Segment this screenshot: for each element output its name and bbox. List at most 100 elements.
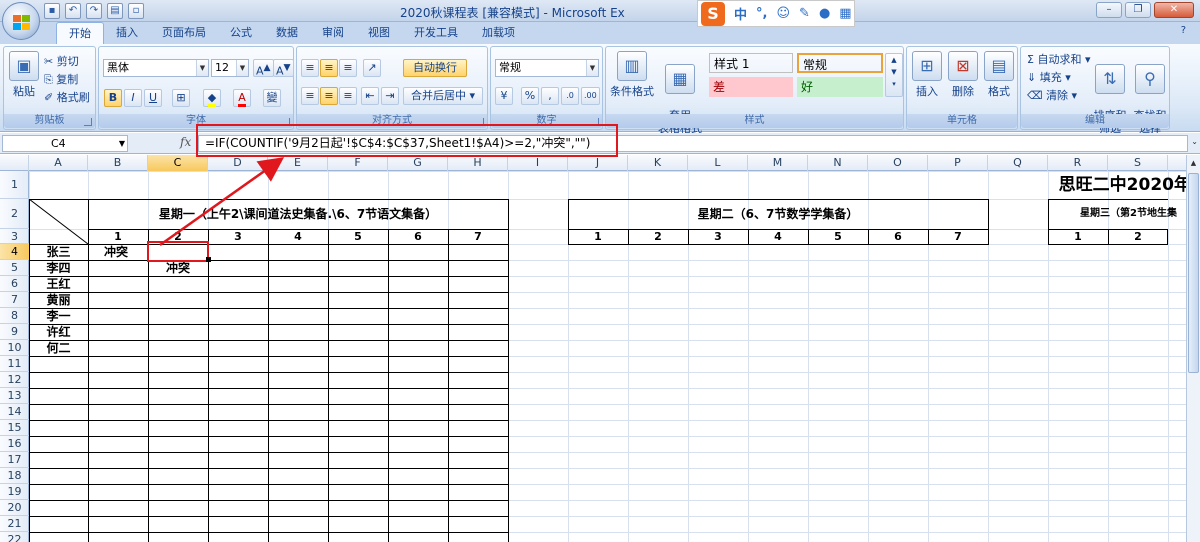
row-header[interactable]: 22	[0, 532, 29, 542]
row-header[interactable]: 11	[0, 356, 29, 372]
row-header[interactable]: 8	[0, 308, 29, 324]
column-header[interactable]: A	[29, 155, 88, 171]
redo-icon[interactable]: ↷	[86, 3, 102, 19]
microphone-icon[interactable]: ●	[819, 6, 830, 21]
row-header[interactable]: 1	[0, 171, 29, 199]
format-cells-button[interactable]: ▤ 格式	[981, 51, 1017, 99]
orientation-button[interactable]: ↗	[363, 59, 381, 77]
align-middle-button[interactable]: ≡	[320, 59, 338, 77]
row-header[interactable]: 16	[0, 436, 29, 452]
row-header[interactable]: 10	[0, 340, 29, 356]
save-icon[interactable]: ▪	[44, 3, 60, 19]
tab-data[interactable]: 数据	[264, 22, 310, 44]
fill-color-button[interactable]: ◆	[203, 89, 221, 107]
vertical-scrollbar[interactable]: ▲	[1186, 155, 1200, 542]
style-cell-good[interactable]: 好	[797, 77, 883, 97]
style-cell-bad[interactable]: 差	[709, 77, 793, 97]
fill-handle[interactable]	[206, 257, 211, 262]
tab-developer[interactable]: 开发工具	[402, 22, 470, 44]
align-left-button[interactable]: ≡	[301, 87, 319, 105]
worksheet-grid[interactable]: ABCDEFGHIJKLMNOPQRS 1 2 3 4 5 6 7 8 9 10 11 12 13 14 1…	[0, 155, 1186, 542]
increase-indent-button[interactable]: ⇥	[381, 87, 399, 105]
column-header[interactable]: O	[868, 155, 928, 171]
insert-cells-button[interactable]: ⊞ 插入	[909, 51, 945, 99]
copy-button[interactable]: ⎘ 复制	[44, 71, 78, 87]
row-header[interactable]: 13	[0, 388, 29, 404]
row-header[interactable]: 15	[0, 420, 29, 436]
column-header[interactable]: K	[628, 155, 688, 171]
minimize-button[interactable]: –	[1096, 2, 1122, 18]
delete-cells-button[interactable]: ⊠ 删除	[945, 51, 981, 99]
row-header[interactable]: 20	[0, 500, 29, 516]
align-right-button[interactable]: ≡	[339, 87, 357, 105]
name-box[interactable]: C4 ▼	[2, 135, 128, 152]
underline-button[interactable]: U	[144, 89, 162, 107]
percent-button[interactable]: %	[521, 87, 539, 105]
sogou-logo-icon[interactable]: S	[701, 1, 725, 26]
column-header[interactable]: D	[208, 155, 268, 171]
row-header[interactable]: 17	[0, 452, 29, 468]
row-header[interactable]: 9	[0, 324, 29, 340]
selected-cell-highlight[interactable]	[147, 241, 209, 262]
conditional-format-button[interactable]: ▥ 条件格式	[610, 51, 654, 99]
expand-formula-bar-icon[interactable]: ⌄	[1191, 137, 1198, 146]
column-header[interactable]: G	[388, 155, 448, 171]
row-header[interactable]: 12	[0, 372, 29, 388]
pen-icon[interactable]: ✎	[799, 6, 810, 21]
style-cell-normal[interactable]: 常规	[797, 53, 883, 73]
restore-button[interactable]: ❐	[1125, 2, 1151, 18]
print-preview-icon[interactable]: ▤	[107, 3, 123, 19]
column-header[interactable]: E	[268, 155, 328, 171]
cut-button[interactable]: ✂ 剪切	[44, 53, 79, 69]
row-header[interactable]: 3	[0, 229, 29, 244]
paste-button[interactable]: ▣ 粘贴	[7, 51, 41, 99]
grow-font-button[interactable]: A▲	[253, 59, 274, 78]
undo-icon[interactable]: ↶	[65, 3, 81, 19]
row-header[interactable]: 5	[0, 260, 29, 276]
column-header[interactable]: S	[1108, 155, 1168, 171]
shrink-font-button[interactable]: A▼	[273, 59, 294, 78]
emoji-icon[interactable]: ☺	[776, 6, 790, 21]
merge-center-button[interactable]: 合并后居中 ▾	[403, 87, 483, 105]
new-document-icon[interactable]: ▫	[128, 3, 144, 19]
scrollbar-thumb[interactable]	[1188, 173, 1199, 373]
decrease-indent-button[interactable]: ⇤	[361, 87, 379, 105]
increase-decimal-button[interactable]: .0	[561, 87, 579, 105]
insert-function-icon[interactable]: fx	[180, 135, 191, 149]
tab-formulas[interactable]: 公式	[218, 22, 264, 44]
phonetic-button[interactable]: 變	[263, 89, 281, 107]
column-header[interactable]: I	[508, 155, 568, 171]
column-header[interactable]: R	[1048, 155, 1108, 171]
row-header[interactable]: 6	[0, 276, 29, 292]
column-header[interactable]: Q	[988, 155, 1048, 171]
row-header[interactable]: 14	[0, 404, 29, 420]
column-header[interactable]: N	[808, 155, 868, 171]
row-header[interactable]: 2	[0, 199, 29, 229]
column-header[interactable]: J	[568, 155, 628, 171]
align-center-button[interactable]: ≡	[320, 87, 338, 105]
font-color-button[interactable]: A	[233, 89, 251, 107]
comma-button[interactable]: ,	[541, 87, 559, 105]
style-cell-style1[interactable]: 样式 1	[709, 53, 793, 73]
ime-mode-toggle[interactable]: 中	[734, 4, 747, 23]
tab-page-layout[interactable]: 页面布局	[150, 22, 218, 44]
row-header[interactable]: 18	[0, 468, 29, 484]
row-header[interactable]: 21	[0, 516, 29, 532]
fill-button[interactable]: ⇓ 填充 ▾	[1027, 69, 1071, 85]
column-header[interactable]: L	[688, 155, 748, 171]
currency-button[interactable]: ¥	[495, 87, 513, 105]
row-header[interactable]: 7	[0, 292, 29, 308]
format-painter-button[interactable]: ✐ 格式刷	[44, 89, 90, 105]
borders-button[interactable]: ⊞	[172, 89, 190, 107]
clear-button[interactable]: ⌫ 清除 ▾	[1027, 87, 1077, 103]
decrease-decimal-button[interactable]: .00	[581, 87, 600, 105]
wrap-text-button[interactable]: 自动换行	[403, 59, 467, 77]
grid-menu-icon[interactable]: ▦	[839, 6, 851, 21]
styles-gallery-scroll[interactable]: ▲ ▼ ▾	[885, 53, 903, 97]
align-bottom-button[interactable]: ≡	[339, 59, 357, 77]
office-button[interactable]	[2, 2, 40, 40]
align-top-button[interactable]: ≡	[301, 59, 319, 77]
font-size-select[interactable]: 12 ▼	[211, 59, 249, 77]
column-header[interactable]: P	[928, 155, 988, 171]
tab-review[interactable]: 审阅	[310, 22, 356, 44]
